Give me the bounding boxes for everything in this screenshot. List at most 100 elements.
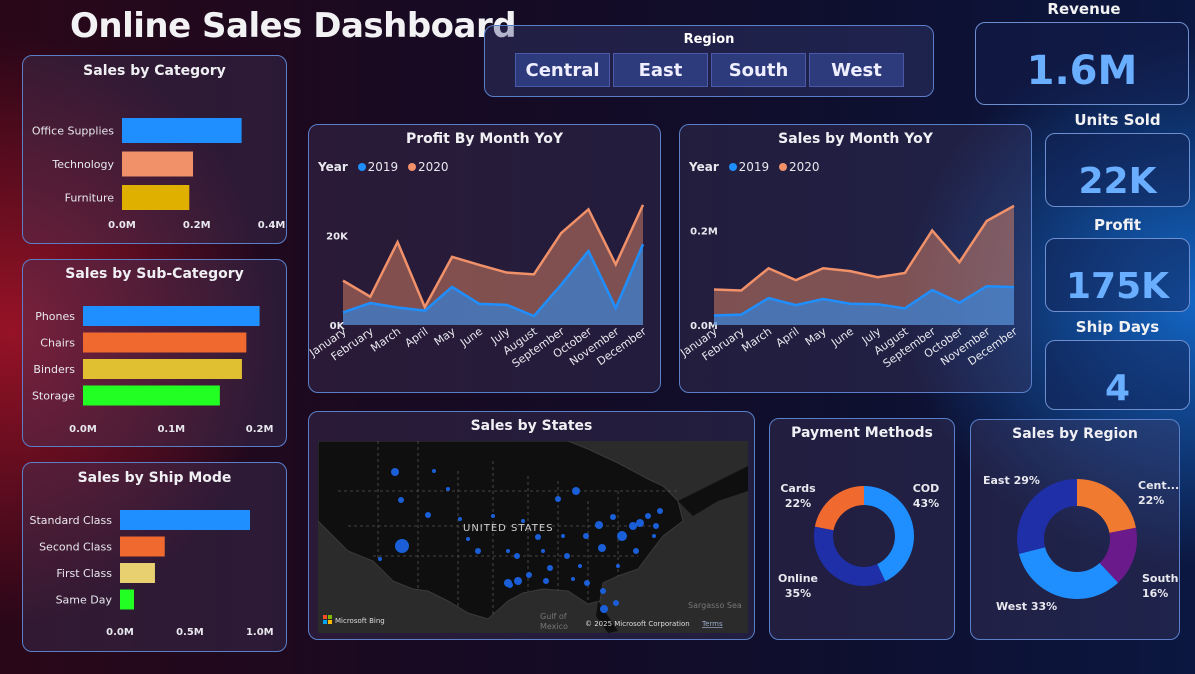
map-bubble[interactable] <box>395 539 409 553</box>
bar-subcategory[interactable] <box>83 359 242 379</box>
map-bubble[interactable] <box>432 469 436 473</box>
donut-slice-cent[interactable] <box>1077 479 1136 533</box>
map-bubble[interactable] <box>547 565 553 571</box>
profit-label: Profit <box>1094 216 1141 234</box>
bar-label-subcategory: Chairs <box>40 337 75 350</box>
map-bubble[interactable] <box>645 513 651 519</box>
axis-tick: 0.0M <box>108 220 136 231</box>
bar-category[interactable] <box>122 185 190 210</box>
sales-by-category-panel[interactable]: Sales by Category Office Supplies Technol… <box>22 55 287 244</box>
map-bubble[interactable] <box>458 517 462 521</box>
map-bubble[interactable] <box>475 548 481 554</box>
map-bubble[interactable] <box>584 580 590 586</box>
map-bubble[interactable] <box>391 468 399 476</box>
map-bubble[interactable] <box>653 523 659 529</box>
map-bubble[interactable] <box>652 534 656 538</box>
map-bubble[interactable] <box>506 549 510 553</box>
region-option-south[interactable]: South <box>711 53 806 87</box>
x-tick-month: May <box>803 325 829 349</box>
donut-label-name: Online <box>778 572 818 585</box>
sales-by-ship-mode-panel[interactable]: Sales by Ship Mode Standard Class Second … <box>22 462 287 652</box>
map-bubble[interactable] <box>571 577 575 581</box>
ship-days-card: 4 <box>1045 340 1190 410</box>
donut-slice-east[interactable] <box>1017 479 1077 554</box>
bar-category[interactable] <box>122 118 242 143</box>
map-bubble[interactable] <box>657 508 663 514</box>
map-bubble[interactable] <box>617 531 627 541</box>
map-bubble[interactable] <box>514 577 522 585</box>
bar-subcategory[interactable] <box>83 306 260 326</box>
axis-tick: 0.0M <box>106 627 134 638</box>
map-bubble[interactable] <box>578 564 582 568</box>
map-bubble[interactable] <box>514 553 520 559</box>
map-bubble[interactable] <box>633 548 639 554</box>
map-bubble[interactable] <box>526 572 532 578</box>
donut-label-value: 35% <box>785 587 811 600</box>
bar-shipmode[interactable] <box>120 510 251 530</box>
donut-slice-cards[interactable] <box>814 486 864 531</box>
donut-slice-online[interactable] <box>814 526 886 586</box>
map-bubble[interactable] <box>613 600 619 606</box>
bar-shipmode[interactable] <box>120 536 165 557</box>
sales-by-subcategory-panel[interactable]: Sales by Sub-Category Phones Chairs Binder… <box>22 259 287 447</box>
bar-label-shipmode: Standard Class <box>30 514 113 527</box>
map-bubble[interactable] <box>466 537 470 541</box>
map-sea-label-2: Mexico <box>540 622 568 631</box>
y-tick: 20K <box>326 231 349 242</box>
map-bubble[interactable] <box>600 588 606 594</box>
map-bubble[interactable] <box>598 544 606 552</box>
map-bubble[interactable] <box>535 534 541 540</box>
y-tick: 0.2M <box>690 226 718 237</box>
sales-by-month-panel[interactable]: Sales by Month YoY Year 2019 2020 0.0M 0.… <box>679 124 1032 393</box>
map-bubble[interactable] <box>555 496 561 502</box>
profit-by-month-panel[interactable]: Profit By Month YoY Year 2019 2020 0K 20K… <box>308 124 661 393</box>
axis-tick: 1.0M <box>246 627 274 638</box>
x-tick-month: April <box>402 325 430 350</box>
donut-label-name: Cards <box>780 482 816 495</box>
map-bubble[interactable] <box>572 487 580 495</box>
region-option-west[interactable]: West <box>809 53 904 87</box>
sales-by-ship-mode-chart: Standard Class Second Class First Class Sam… <box>30 510 274 638</box>
donut-label-value: 22% <box>785 497 811 510</box>
map-bubble[interactable] <box>616 564 620 568</box>
revenue-value: 1.6M <box>1026 48 1138 94</box>
map-bubble[interactable] <box>491 514 495 518</box>
revenue-label: Revenue <box>1047 0 1121 18</box>
region-option-central[interactable]: Central <box>515 53 610 87</box>
payment-methods-panel[interactable]: Payment Methods COD 43% Online 35% Cards 22% <box>769 418 955 640</box>
map-bubble[interactable] <box>561 534 565 538</box>
x-tick-month: May <box>432 325 458 349</box>
map-bubble[interactable] <box>600 605 608 613</box>
bar-subcategory[interactable] <box>83 332 247 353</box>
bar-subcategory[interactable] <box>83 385 220 406</box>
map-bubble[interactable] <box>446 487 450 491</box>
bar-shipmode[interactable] <box>120 589 134 610</box>
sales-by-region-panel[interactable]: Sales by Region Cent... 22% South 16% West 3… <box>970 419 1180 640</box>
map-bubble[interactable] <box>425 512 431 518</box>
map-bubble[interactable] <box>398 497 404 503</box>
map-bubble[interactable] <box>610 514 616 520</box>
donut-slice-west[interactable] <box>1018 547 1119 599</box>
bar-shipmode[interactable] <box>120 563 155 583</box>
donut-label-value: 22% <box>1138 494 1164 507</box>
map-bubble[interactable] <box>629 522 637 530</box>
sales-map[interactable]: UNITED STATES Gulf of Mexico Sargasso Se… <box>318 441 748 633</box>
bar-label-shipmode: First Class <box>56 567 112 580</box>
bar-label-subcategory: Phones <box>35 310 75 323</box>
map-bubble[interactable] <box>541 549 545 553</box>
map-bubble[interactable] <box>378 557 382 561</box>
axis-tick: 0.0M <box>69 424 97 435</box>
x-tick-month: April <box>773 325 801 350</box>
map-terms-link[interactable]: Terms <box>701 620 723 628</box>
map-bubble[interactable] <box>595 521 603 529</box>
bar-label-subcategory: Binders <box>33 363 75 376</box>
map-bubble[interactable] <box>504 579 512 587</box>
map-bubble[interactable] <box>583 533 589 539</box>
map-bubble[interactable] <box>564 553 570 559</box>
sales-by-states-panel[interactable]: Sales by States UNITED STATES Gulf of Me… <box>308 411 755 640</box>
bar-category[interactable] <box>122 151 194 177</box>
region-option-east[interactable]: East <box>613 53 708 87</box>
sales-by-subcategory-chart: Phones Chairs Binders Storage 0.0M 0.1M 0.2M <box>32 306 273 435</box>
map-bubble[interactable] <box>543 578 549 584</box>
map-bubble[interactable] <box>636 519 644 527</box>
